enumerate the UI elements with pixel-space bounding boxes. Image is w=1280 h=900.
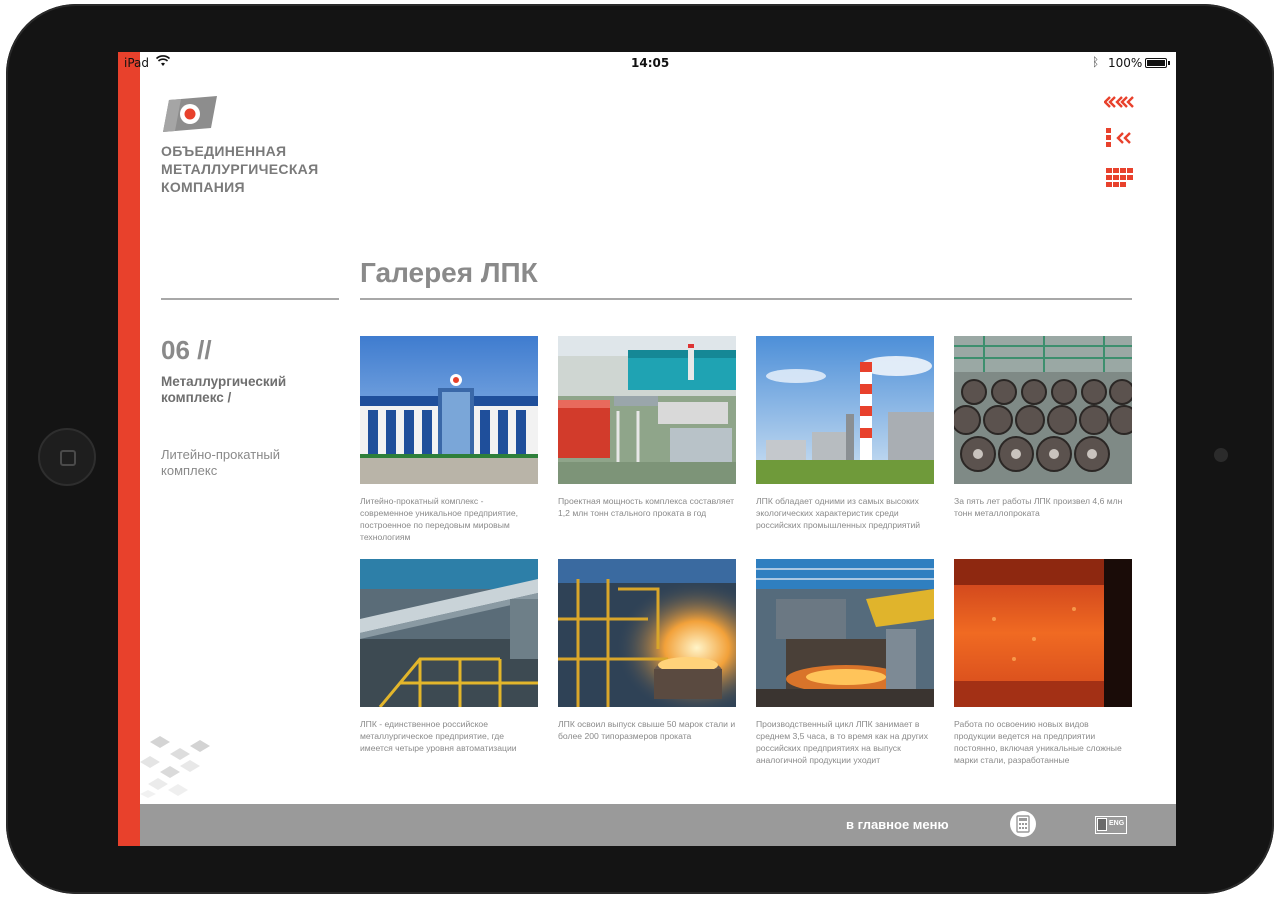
language-label: ENG: [1109, 820, 1125, 827]
divider: [161, 298, 339, 300]
section-link[interactable]: Металлургический комплекс /: [161, 374, 321, 406]
company-name-line2: МЕТАЛЛУРГИЧЕСКАЯ: [161, 161, 319, 177]
calculator-icon[interactable]: [1010, 811, 1036, 837]
gallery-photo-8[interactable]: [954, 559, 1132, 707]
divider: [360, 298, 1132, 300]
company-name-line3: КОМПАНИЯ: [161, 179, 245, 195]
battery-percent: 100%: [1108, 56, 1143, 70]
clock: 14:05: [631, 56, 670, 70]
language-switch[interactable]: ENG: [1095, 816, 1127, 834]
flag-icon: [1097, 818, 1107, 831]
app-screen: iPad 14:05 ᛒ 100% ОБЪЕДИНЕННАЯ МЕТАЛЛУРГ…: [118, 52, 1176, 846]
gallery-photo-7[interactable]: [756, 559, 934, 707]
photo-caption: Литейно-прокатный комплекс - современное…: [360, 496, 519, 542]
list-back-icon[interactable]: [1106, 128, 1134, 152]
grid-menu-icon[interactable]: [1106, 168, 1134, 192]
gallery-photo-6[interactable]: [558, 559, 736, 707]
wifi-icon: [155, 55, 171, 70]
gallery-photo-5[interactable]: [360, 559, 538, 707]
carrier-label: iPad: [124, 56, 150, 70]
company-logo[interactable]: [161, 96, 219, 134]
accent-strip: [118, 52, 140, 846]
camera-icon: [1214, 448, 1228, 462]
gallery-photo-1[interactable]: [360, 336, 538, 484]
gallery-photo-2[interactable]: [558, 336, 736, 484]
home-button[interactable]: [38, 428, 96, 486]
photo-caption: ЛПК обладает одними из самых высоких эко…: [756, 496, 921, 530]
section-number: 06 //: [161, 335, 212, 365]
company-name: ОБЪЕДИНЕННАЯ МЕТАЛЛУРГИЧЕСКАЯ КОМПАНИЯ: [161, 142, 318, 196]
battery-icon: [1145, 58, 1167, 68]
photo-caption: ЛПК освоил выпуск свыше 50 марок стали и…: [558, 719, 736, 741]
photo-caption: Проектная мощность комплекса составляет …: [558, 496, 735, 518]
gallery-photo-4[interactable]: [954, 336, 1132, 484]
bluetooth-icon: ᛒ: [1092, 55, 1100, 69]
main-menu-link[interactable]: в главное меню: [846, 817, 949, 832]
gallery-photo-3[interactable]: [756, 336, 934, 484]
photo-caption: Производственный цикл ЛПК занимает в сре…: [756, 719, 928, 765]
status-bar: iPad 14:05 ᛒ 100%: [118, 52, 1176, 74]
footer-bar: в главное меню ENG: [140, 804, 1176, 846]
page-title: Галерея ЛПК: [360, 257, 538, 288]
photo-caption: Работа по освоению новых видов продукции…: [954, 719, 1122, 765]
decorative-cubes: [140, 732, 210, 806]
photo-caption: За пять лет работы ЛПК произвел 4,6 млн …: [954, 496, 1123, 518]
subsection-label[interactable]: Литейно-прокатный комплекс: [161, 447, 321, 479]
back-icon[interactable]: [1103, 94, 1134, 113]
photo-caption: ЛПК - единственное российское металлурги…: [360, 719, 517, 753]
company-name-line1: ОБЪЕДИНЕННАЯ: [161, 143, 287, 159]
